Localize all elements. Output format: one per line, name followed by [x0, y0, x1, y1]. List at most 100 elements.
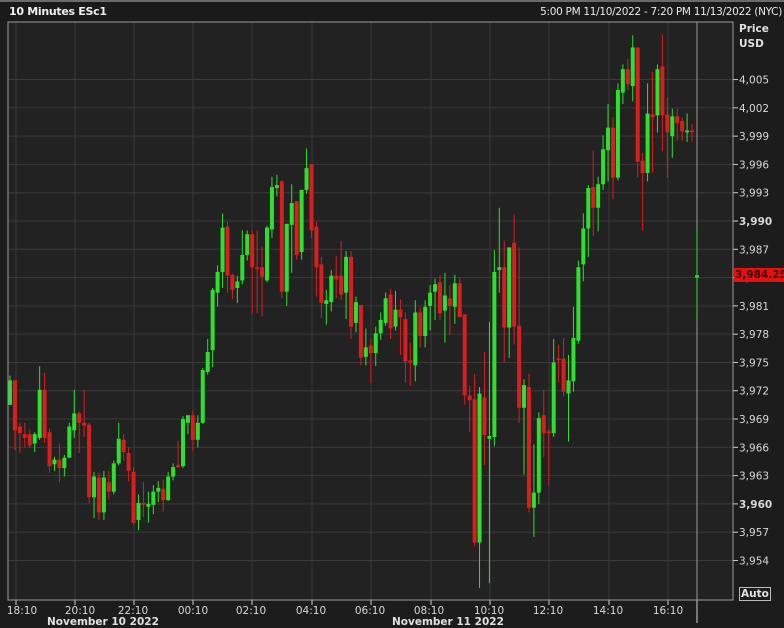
candle-body: [176, 465, 181, 468]
candle: [299, 189, 304, 260]
candle-body: [373, 333, 378, 354]
candle-body: [111, 463, 116, 492]
candle-body: [467, 395, 472, 401]
candle-body: [339, 275, 344, 295]
candle-body: [156, 487, 161, 492]
candle: [111, 460, 116, 495]
candle-body: [363, 347, 368, 357]
candle-body: [269, 187, 274, 230]
candle-body: [77, 413, 82, 423]
auto-scale-button[interactable]: Auto: [739, 587, 771, 601]
candle-body: [82, 422, 87, 426]
date-label-nov-10: November 10 2022: [47, 616, 159, 628]
candle-body: [146, 503, 151, 507]
candle-body: [87, 424, 92, 498]
candle-body: [615, 89, 620, 178]
candle-body: [408, 360, 413, 363]
candle: [200, 368, 205, 424]
candle-body: [630, 47, 635, 87]
candle-body: [240, 254, 245, 281]
candle-body: [358, 304, 363, 358]
candle: [180, 416, 185, 469]
candle-body: [8, 380, 12, 405]
candle-body: [517, 325, 522, 408]
y-tick-label: 3,957: [739, 527, 769, 539]
candle: [615, 83, 620, 181]
candle-body: [368, 345, 373, 354]
last-price-marker: 3,984.25: [734, 268, 784, 282]
candle-body: [665, 114, 670, 133]
candle: [526, 373, 531, 513]
y-tick-label: 3,978: [739, 329, 769, 341]
y-tick-label: 3,975: [739, 357, 769, 369]
candle-body: [220, 227, 225, 272]
candle-body: [161, 488, 166, 501]
candle-body: [289, 203, 294, 225]
candle: [67, 422, 72, 458]
x-tick-label: 04:10: [296, 605, 326, 617]
y-tick-label: 3,981: [739, 301, 769, 313]
candle-body: [190, 415, 195, 440]
candle-body: [52, 459, 57, 465]
candle: [358, 304, 363, 366]
candle-body: [477, 393, 482, 543]
candle-body: [576, 267, 581, 341]
candle-body: [457, 283, 462, 318]
y-tick-label: 4,005: [739, 75, 769, 87]
candle-body: [62, 457, 67, 469]
candle-body: [12, 380, 17, 431]
candle-body: [423, 306, 428, 337]
candle-body: [106, 482, 111, 492]
candle-body: [596, 184, 601, 208]
candle: [294, 201, 299, 260]
candle-body: [101, 477, 106, 513]
candle-body: [586, 187, 591, 229]
candle-body: [131, 471, 136, 523]
candle-body: [526, 386, 531, 508]
candle: [349, 251, 354, 339]
candlestick-chart[interactable]: 4,005 4,002 3,999 3,996 3,993 3,990 3,987 3,984…: [0, 0, 784, 623]
y-tick-label: 3,996: [739, 159, 769, 171]
x-tick-label: 12:10: [533, 605, 563, 617]
candle-body: [166, 476, 171, 501]
candle-body: [660, 66, 665, 116]
candle-body: [536, 418, 541, 493]
candle-body: [571, 337, 576, 382]
candle-body: [96, 477, 101, 513]
candle-body: [675, 116, 680, 123]
candle-body: [27, 434, 32, 446]
candle: [131, 467, 136, 525]
x-tick-label: 16:10: [653, 605, 683, 617]
candle-body: [625, 69, 630, 85]
candle-body: [437, 282, 442, 314]
candle-body: [556, 358, 561, 361]
candle-body: [22, 434, 27, 438]
candle-body: [92, 476, 97, 498]
candle-body: [250, 234, 255, 268]
x-tick-label: 06:10: [355, 605, 385, 617]
candle-body: [294, 201, 299, 255]
candle-body: [121, 439, 126, 453]
y-tick-label: 3,993: [739, 188, 769, 200]
candle-body: [388, 294, 393, 329]
candle-body: [383, 298, 388, 323]
candle-body: [230, 274, 235, 290]
candle-body: [512, 242, 517, 327]
candle: [536, 412, 541, 504]
candle-body: [235, 281, 240, 288]
candle-body: [695, 275, 699, 278]
candle-body: [171, 467, 176, 477]
candle-body: [546, 431, 551, 434]
candle-body: [304, 168, 309, 190]
currency-label: USD: [739, 38, 764, 50]
candle: [309, 164, 314, 238]
candle-body: [319, 264, 324, 304]
candle-body: [334, 275, 339, 280]
candle: [47, 428, 52, 473]
candle: [265, 225, 270, 283]
candle-body: [566, 380, 571, 394]
y-tick-label: 3,987: [739, 244, 769, 256]
candle-body: [433, 284, 438, 292]
candle-body: [418, 312, 423, 337]
candle-body: [274, 185, 279, 188]
